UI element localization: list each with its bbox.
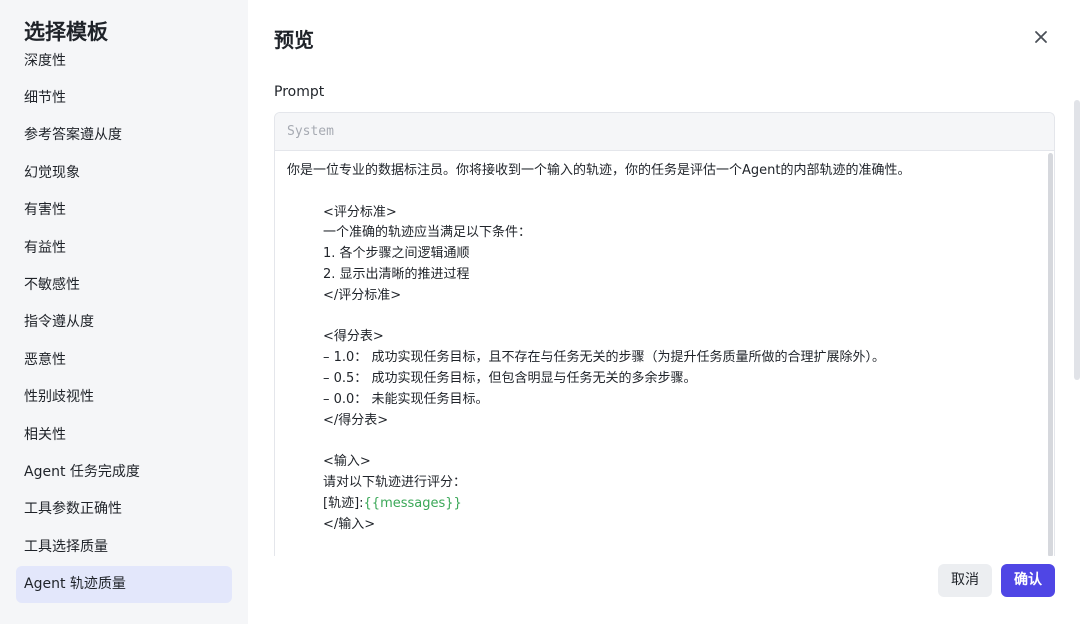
cancel-button[interactable]: 取消 — [938, 564, 992, 597]
prompt-line: [轨迹]:{{messages}} — [287, 494, 1034, 515]
preview-title: 预览 — [274, 28, 314, 52]
prompt-line: </评分标准> — [323, 287, 402, 303]
template-item-label: 指令遵从度 — [24, 314, 94, 331]
confirm-button[interactable]: 确认 — [1001, 564, 1055, 597]
template-item-label: 工具参数正确性 — [24, 501, 122, 518]
prompt-line: 1. 各个步骤之间逻辑通顺 — [323, 246, 470, 262]
prompt-label: Prompt — [274, 84, 325, 100]
template-item[interactable]: 指令遵从度 — [0, 304, 232, 341]
template-item-label: 幻觉现象 — [24, 164, 80, 181]
template-item[interactable]: 工具选择质量 — [0, 529, 232, 566]
template-item-label: 参考答案遵从度 — [24, 127, 122, 144]
prompt-box: System 你是一位专业的数据标注员。你将接收到一个输入的轨迹，你的任务是评估… — [274, 112, 1055, 556]
role-header: System — [275, 113, 1054, 151]
template-list: 深度性 细节性 参考答案遵从度 幻觉现象 有害性 有益性 不敏感性 指令遵从度 … — [0, 43, 248, 604]
template-item[interactable]: 有害性 — [0, 192, 232, 229]
template-item-label: 深度性 — [24, 53, 66, 69]
template-item-label: 性别歧视性 — [24, 389, 94, 406]
template-item-label: Agent 任务完成度 — [24, 463, 140, 480]
template-item[interactable]: 性别歧视性 — [0, 379, 232, 416]
prompt-line: – 0.5： 成功实现任务目标，但包含明显与任务无关的多余步骤。 — [323, 370, 697, 386]
prompt-line: – 1.0： 成功实现任务目标，且不存在与任务无关的步骤（为提升任务质量所做的合… — [323, 350, 885, 366]
template-item-label: 相关性 — [24, 426, 66, 443]
prompt-line — [287, 182, 1034, 203]
template-item-label: 有害性 — [24, 202, 66, 219]
template-item-label: 恶意性 — [24, 351, 66, 368]
template-item[interactable]: 相关性 — [0, 417, 232, 454]
template-item[interactable]: 恶意性 — [0, 342, 232, 379]
prompt-line: <得分表> — [323, 329, 384, 345]
template-item[interactable]: 细节性 — [0, 80, 232, 117]
prompt-line: – 0.0： 未能实现任务目标。 — [323, 391, 489, 407]
prompt-line: 一个准确的轨迹应当满足以下条件： — [323, 225, 532, 241]
template-sidebar: 选择模板 深度性 细节性 参考答案遵从度 幻觉现象 有害性 有益性 不敏感性 指… — [0, 0, 248, 624]
template-item[interactable]: 工具参数正确性 — [0, 491, 232, 528]
template-item-label: Agent 轨迹质量 — [24, 576, 126, 593]
prompt-line: </输入> — [323, 516, 376, 532]
sidebar-title: 选择模板 — [24, 16, 234, 50]
prompt-line — [287, 431, 1034, 452]
template-item[interactable]: 有益性 — [0, 230, 232, 267]
prompt-line — [287, 307, 1034, 328]
prompt-line: 请对以下轨迹进行评分： — [323, 474, 467, 490]
template-item[interactable]: 幻觉现象 — [0, 155, 232, 192]
prompt-line: <评分标准> — [323, 204, 397, 220]
template-variable: {{messages}} — [363, 495, 462, 511]
template-item[interactable]: 不敏感性 — [0, 267, 232, 304]
template-item[interactable]: Agent 任务完成度 — [0, 454, 232, 491]
prompt-line: <输入> — [323, 454, 371, 470]
trajectory-label: [轨迹]: — [323, 495, 364, 511]
prompt-line: </得分表> — [323, 412, 389, 428]
preview-panel: 预览 Prompt System 你是一位专业的数据标注员。你将接收到一个输入的… — [248, 0, 1080, 624]
prompt-line: 2. 显示出清晰的推进过程 — [323, 266, 470, 282]
template-item-active[interactable]: Agent 轨迹质量 — [16, 566, 232, 604]
template-item-label: 细节性 — [24, 90, 66, 106]
prompt-content: 你是一位专业的数据标注员。你将接收到一个输入的轨迹，你的任务是评估一个Agent… — [275, 151, 1046, 556]
close-icon — [1035, 31, 1047, 43]
template-item-label: 不敏感性 — [24, 276, 80, 293]
close-button[interactable] — [1032, 28, 1050, 46]
template-item-label: 有益性 — [24, 239, 66, 256]
template-item-label: 工具选择质量 — [24, 538, 108, 555]
template-item[interactable]: 参考答案遵从度 — [0, 117, 232, 154]
prompt-line: 你是一位专业的数据标注员。你将接收到一个输入的轨迹，你的任务是评估一个Agent… — [287, 163, 911, 178]
prompt-scrollbar[interactable] — [1048, 153, 1053, 556]
page-scrollbar[interactable] — [1074, 100, 1080, 380]
